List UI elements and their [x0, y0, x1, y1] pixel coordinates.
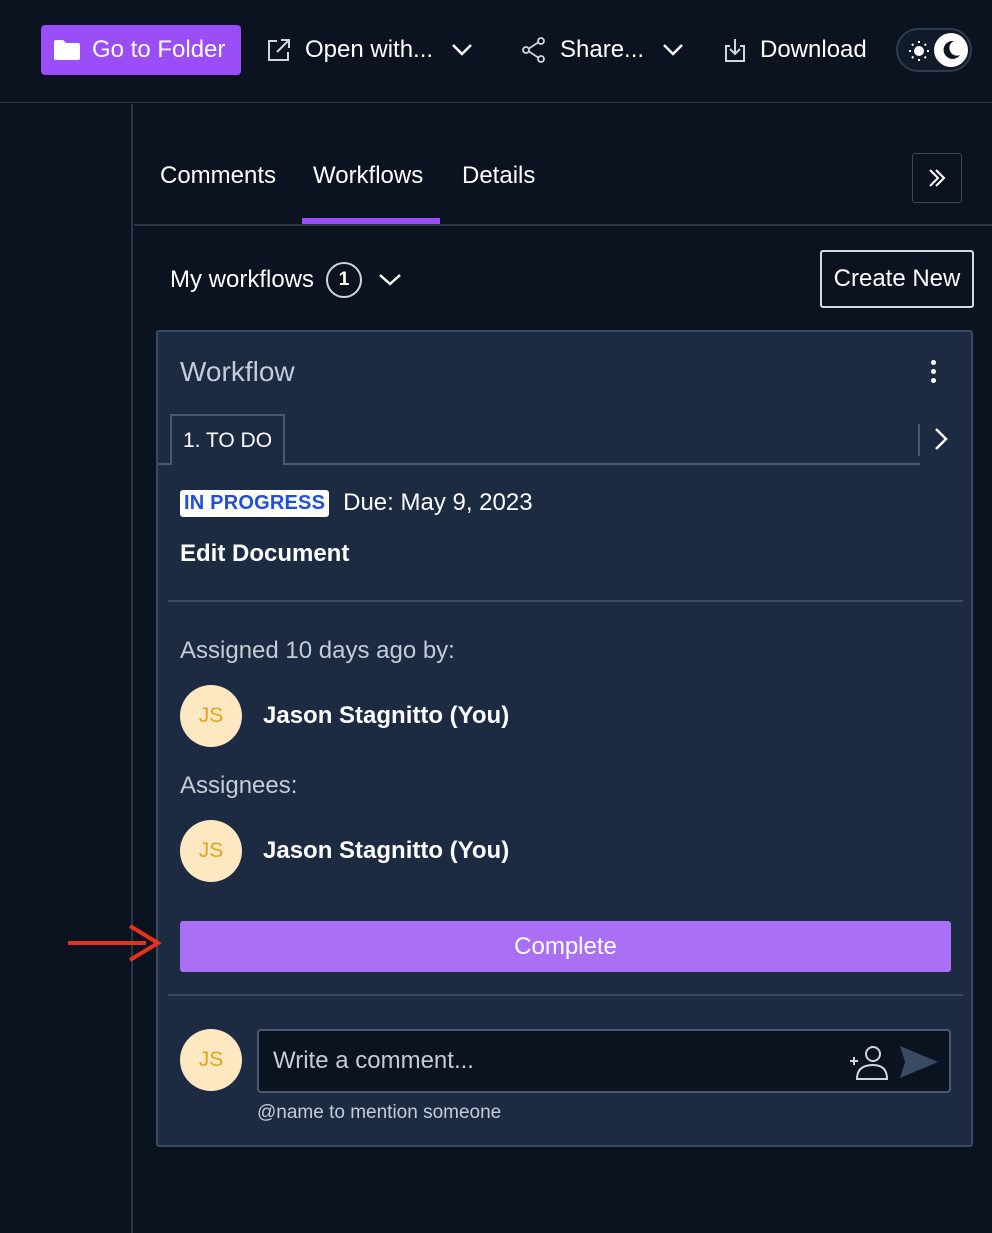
go-to-folder-label: Go to Folder	[92, 36, 226, 63]
assignee: JS Jason Stagnitto (You)	[180, 820, 509, 882]
more-options-icon[interactable]	[923, 360, 943, 390]
chevron-right-icon[interactable]	[933, 426, 949, 452]
divider	[168, 600, 963, 602]
create-new-button[interactable]: Create New	[820, 250, 974, 308]
panel-tabs: Comments Workflows Details	[134, 104, 992, 226]
theme-toggle-knob	[934, 33, 968, 67]
stage-tab-todo[interactable]: 1. TO DO	[170, 414, 285, 465]
mention-hint: @name to mention someone	[257, 1102, 502, 1123]
annotation-arrow-icon	[68, 924, 162, 962]
tab-workflows[interactable]: Workflows	[313, 162, 423, 190]
complete-button[interactable]: Complete	[180, 921, 951, 972]
share-label: Share...	[560, 36, 645, 63]
top-toolbar: Go to Folder Open with... Share... Downl…	[0, 0, 992, 103]
tab-details[interactable]: Details	[462, 162, 535, 190]
double-chevron-right-icon	[929, 169, 946, 187]
send-icon[interactable]	[899, 1045, 939, 1079]
status-row: IN PROGRESS Due: May 9, 2023	[180, 488, 533, 518]
stage-separator	[918, 424, 920, 456]
share-icon	[522, 37, 545, 63]
download-label: Download	[760, 36, 867, 63]
share-button[interactable]: Share...	[520, 25, 684, 75]
theme-toggle[interactable]	[896, 28, 972, 72]
chevron-down-icon	[379, 274, 401, 286]
my-workflows-label: My workflows	[170, 266, 315, 293]
workflows-header: My workflows 1 Create New	[134, 228, 992, 328]
collapse-panel-button[interactable]	[912, 153, 962, 203]
side-panel: Comments Workflows Details My workflows …	[134, 104, 992, 1233]
assigner-name: Jason Stagnitto (You)	[263, 702, 510, 729]
assigned-by-label: Assigned 10 days ago by:	[180, 637, 455, 664]
due-date: Due: May 9, 2023	[343, 489, 533, 516]
chevron-down-icon	[663, 44, 683, 56]
workflow-card-title: Workflow	[180, 356, 295, 387]
add-person-icon[interactable]	[849, 1045, 889, 1081]
comment-box	[257, 1029, 951, 1093]
download-icon	[725, 39, 745, 62]
left-rail	[0, 104, 133, 1233]
comment-avatar: JS	[180, 1029, 242, 1091]
assignees-label: Assignees:	[180, 772, 298, 799]
task-title: Edit Document	[180, 540, 350, 567]
divider	[168, 994, 963, 996]
chevron-down-icon	[452, 44, 472, 56]
workflow-count-badge: 1	[326, 262, 363, 298]
comment-input[interactable]	[259, 1031, 829, 1091]
avatar: JS	[180, 685, 242, 747]
tab-comments[interactable]: Comments	[160, 162, 276, 190]
go-to-folder-button[interactable]: Go to Folder	[41, 25, 241, 75]
assignee-name: Jason Stagnitto (You)	[263, 837, 510, 864]
sun-icon	[909, 41, 929, 61]
my-workflows-dropdown[interactable]: My workflows 1	[170, 260, 402, 300]
open-with-label: Open with...	[305, 36, 434, 63]
active-tab-indicator	[302, 218, 440, 224]
stage-tabs: 1. TO DO	[158, 414, 973, 466]
external-link-icon	[268, 39, 290, 61]
status-badge: IN PROGRESS	[180, 489, 330, 517]
folder-icon	[54, 40, 80, 60]
download-button[interactable]: Download	[722, 25, 867, 75]
open-with-button[interactable]: Open with...	[265, 25, 473, 75]
assigner: JS Jason Stagnitto (You)	[180, 685, 509, 747]
moon-icon	[943, 40, 960, 59]
avatar: JS	[180, 820, 242, 882]
workflow-card: Workflow 1. TO DO IN PROGRESS Due: May 9…	[156, 330, 973, 1147]
